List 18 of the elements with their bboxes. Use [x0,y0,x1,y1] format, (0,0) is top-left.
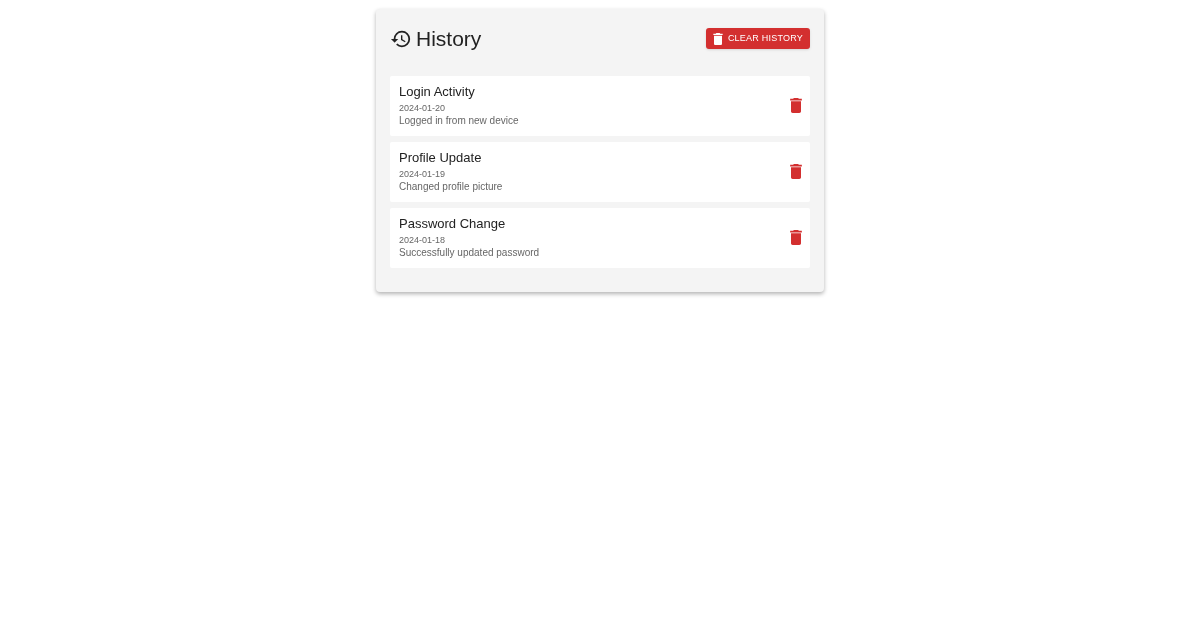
entry-title: Profile Update [399,150,483,166]
entry-description: Changed profile picture [399,180,503,193]
entry-description: Successfully updated password [399,246,540,259]
entry-title: Login Activity [399,84,476,100]
trash-icon [712,32,723,45]
delete-button[interactable] [789,97,803,114]
delete-button[interactable] [789,163,803,180]
trash-icon [790,164,802,179]
entry-title: Password Change [399,216,507,232]
page-title: History [416,26,482,52]
entry-date: 2024-01-18 [399,234,447,246]
trash-icon [790,230,802,245]
clear-history-button[interactable]: CLEAR HISTORY [705,28,810,50]
trash-icon [790,98,802,113]
entry-description: Logged in from new device [399,114,519,127]
entry-date: 2024-01-20 [399,102,447,114]
delete-button[interactable] [789,229,803,246]
entry-date: 2024-01-19 [399,168,447,180]
